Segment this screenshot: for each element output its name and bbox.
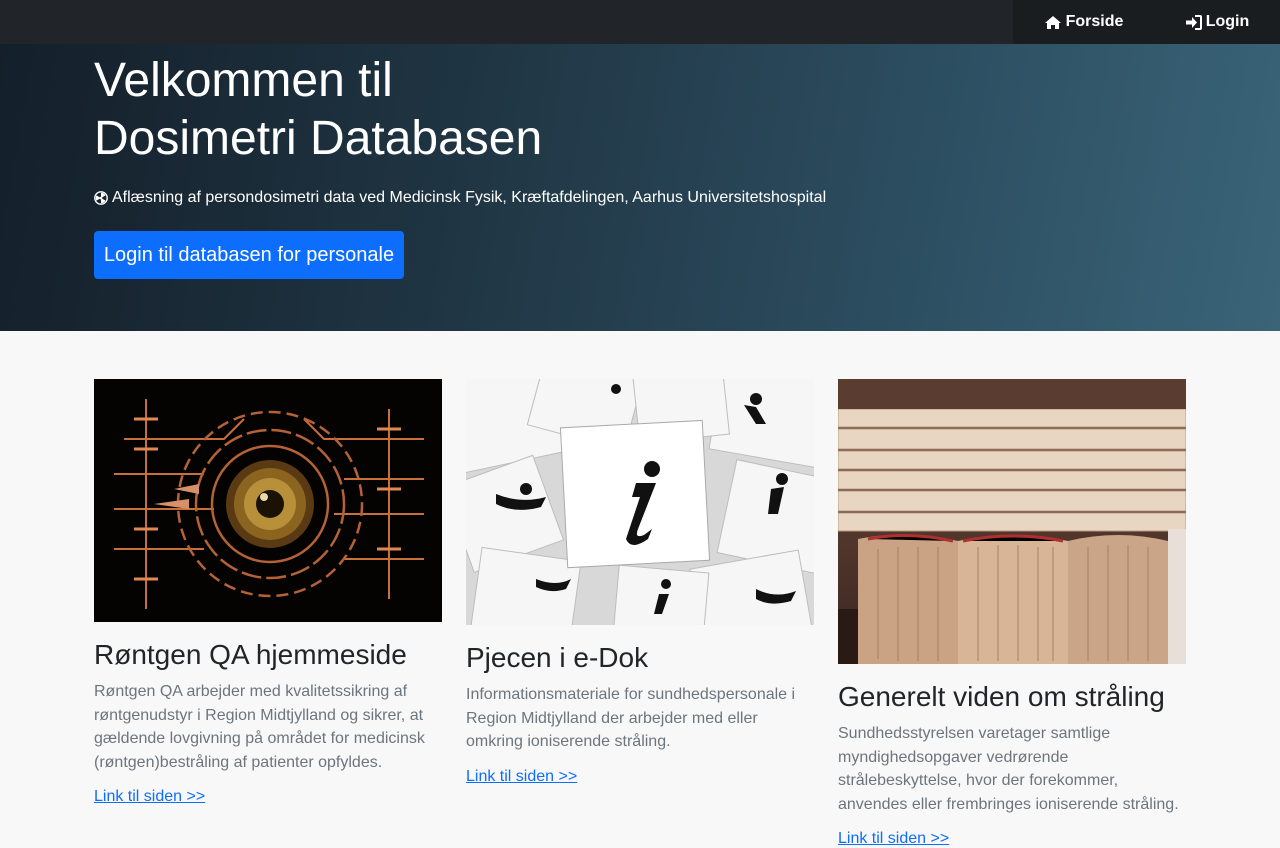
card-title: Generelt viden om stråling (838, 681, 1165, 712)
nav-menu: Forside Login (1013, 0, 1280, 44)
card-pjecen-edok: Pjecen i e-Dok Informationsmateriale for… (466, 379, 814, 786)
card-text: Røntgen QA arbejder med kvalitetssikring… (94, 683, 425, 771)
title-line-2: Dosimetri Databasen (94, 112, 543, 165)
home-icon (1044, 15, 1061, 29)
page-title: Velkommen til Dosimetri Databasen (94, 52, 542, 168)
card-text: Sundhedsstyrelsen varetager samtlige myn… (838, 725, 1179, 813)
staff-login-button[interactable]: Login til databasen for personale (94, 231, 404, 279)
nav-login-link[interactable]: Login (1154, 0, 1280, 44)
card-link[interactable]: Link til siden >> (838, 830, 949, 848)
nav-home-link[interactable]: Forside (1013, 0, 1154, 44)
hero-subtitle-text: Aflæsning af persondosimetri data ved Me… (112, 189, 827, 206)
nav-home-label: Forside (1065, 13, 1124, 30)
hero-subtitle: Aflæsning af persondosimetri data ved Me… (94, 189, 826, 207)
card-generelt-viden: Generelt viden om stråling Sundhedsstyre… (838, 379, 1186, 848)
card-image-books (838, 379, 1186, 664)
radiation-icon (94, 191, 108, 205)
hero-banner: Velkommen til Dosimetri Databasen Aflæsn… (0, 44, 1280, 331)
title-line-1: Velkommen til (94, 54, 393, 107)
card-text: Informationsmateriale for sundhedsperson… (466, 686, 796, 750)
nav-login-label: Login (1205, 13, 1250, 30)
card-rontgen-qa: Røntgen QA hjemmeside Røntgen QA arbejde… (94, 379, 442, 806)
card-link[interactable]: Link til siden >> (94, 788, 205, 806)
card-image-eye-circuit (94, 379, 442, 622)
card-title: Pjecen i e-Dok (466, 642, 649, 673)
card-link[interactable]: Link til siden >> (466, 768, 577, 786)
card-title: Røntgen QA hjemmeside (94, 639, 407, 670)
sign-in-icon (1185, 14, 1202, 30)
card-image-info-signs (466, 379, 814, 625)
top-navbar: Forside Login (0, 0, 1280, 44)
